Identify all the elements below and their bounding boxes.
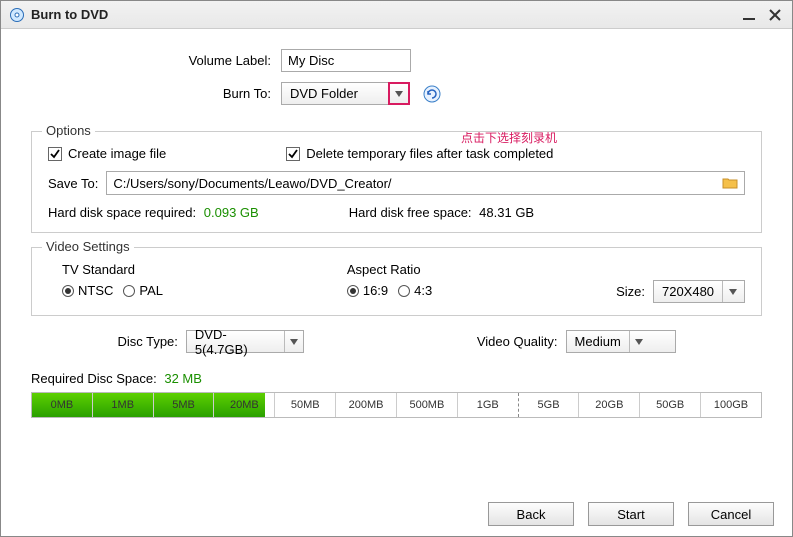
options-legend: Options	[42, 123, 95, 138]
chevron-down-icon	[722, 281, 742, 302]
ntsc-radio[interactable]: NTSC	[62, 283, 113, 298]
save-to-path: C:/Users/sony/Documents/Leawo/DVD_Creato…	[113, 176, 391, 191]
delete-temp-checkbox[interactable]: Delete temporary files after task comple…	[286, 146, 553, 161]
radio-icon	[398, 285, 410, 297]
chevron-down-icon	[395, 91, 403, 97]
radio-icon	[123, 285, 135, 297]
checkbox-icon	[286, 147, 300, 161]
radio-icon	[347, 285, 359, 297]
tick: 50MB	[275, 393, 336, 417]
disc-space-bar: 0MB 1MB 5MB 20MB 50MB 200MB 500MB 1GB 5G…	[31, 392, 762, 418]
tick: 20MB	[214, 393, 275, 417]
required-disc-space: Required Disc Space: 32 MB	[31, 371, 762, 386]
volume-label-label: Volume Label:	[31, 53, 281, 68]
hd-free: Hard disk free space: 48.31 GB	[349, 205, 534, 220]
hd-required: Hard disk space required: 0.093 GB	[48, 205, 259, 220]
video-settings-fieldset: Video Settings TV Standard NTSC PAL	[31, 247, 762, 316]
video-quality-dropdown[interactable]: Medium	[566, 330, 676, 353]
size-label: Size:	[616, 284, 645, 299]
tick: 1MB	[93, 393, 154, 417]
app-icon	[9, 7, 25, 23]
burn-to-row: Burn To: DVD Folder	[31, 82, 762, 105]
disc-type-dropdown[interactable]: DVD-5(4.7GB)	[186, 330, 304, 353]
tick: 100GB	[701, 393, 761, 417]
volume-label-input[interactable]	[281, 49, 411, 72]
back-button[interactable]: Back	[488, 502, 574, 526]
tick: 50GB	[640, 393, 701, 417]
size-dropdown[interactable]: 720X480	[653, 280, 745, 303]
video-settings-legend: Video Settings	[42, 239, 134, 254]
save-to-input[interactable]: C:/Users/sony/Documents/Leawo/DVD_Creato…	[106, 171, 745, 195]
refresh-icon[interactable]	[422, 84, 442, 104]
radio-icon	[62, 285, 74, 297]
window-title: Burn to DVD	[31, 7, 732, 22]
tick: 500MB	[397, 393, 458, 417]
tick: 5MB	[154, 393, 215, 417]
titlebar: Burn to DVD	[1, 1, 792, 29]
bottom-buttons: Back Start Cancel	[488, 502, 774, 526]
cancel-button[interactable]: Cancel	[688, 502, 774, 526]
checkbox-icon	[48, 147, 62, 161]
burn-to-dropdown[interactable]: DVD Folder	[281, 82, 389, 105]
ratio-169-radio[interactable]: 16:9	[347, 283, 388, 298]
burn-to-arrow-highlighted[interactable]	[388, 82, 410, 105]
tick: 1GB	[458, 393, 519, 417]
options-fieldset: Options Create image file Delete tempora…	[31, 131, 762, 233]
video-quality-value: Medium	[567, 334, 629, 349]
burn-to-value: DVD Folder	[282, 86, 366, 101]
burn-to-label: Burn To:	[31, 86, 281, 101]
chevron-down-icon	[284, 331, 303, 352]
create-image-label: Create image file	[68, 146, 166, 161]
disc-type-value: DVD-5(4.7GB)	[187, 327, 284, 357]
content: Volume Label: Burn To: DVD Folder 点击下选择刻…	[1, 29, 792, 428]
disc-space-ticks: 0MB 1MB 5MB 20MB 50MB 200MB 500MB 1GB 5G…	[32, 393, 761, 417]
save-to-label: Save To:	[48, 176, 98, 191]
disc-type-label: Disc Type:	[117, 334, 177, 349]
window: Burn to DVD Volume Label: Burn To: DVD F…	[0, 0, 793, 537]
aspect-ratio-label: Aspect Ratio	[347, 262, 432, 277]
tick: 0MB	[32, 393, 93, 417]
pal-radio[interactable]: PAL	[123, 283, 163, 298]
ratio-43-radio[interactable]: 4:3	[398, 283, 432, 298]
close-button[interactable]	[766, 6, 784, 24]
tick: 20GB	[579, 393, 640, 417]
size-value: 720X480	[654, 284, 722, 299]
chevron-down-icon	[629, 331, 649, 352]
folder-icon[interactable]	[722, 175, 738, 191]
create-image-checkbox[interactable]: Create image file	[48, 146, 166, 161]
tv-standard-label: TV Standard	[62, 262, 163, 277]
tick: 5GB	[519, 393, 580, 417]
delete-temp-label: Delete temporary files after task comple…	[306, 146, 553, 161]
start-button[interactable]: Start	[588, 502, 674, 526]
volume-label-row: Volume Label:	[31, 49, 762, 72]
video-quality-label: Video Quality:	[477, 334, 558, 349]
tick: 200MB	[336, 393, 397, 417]
minimize-button[interactable]	[740, 6, 758, 24]
